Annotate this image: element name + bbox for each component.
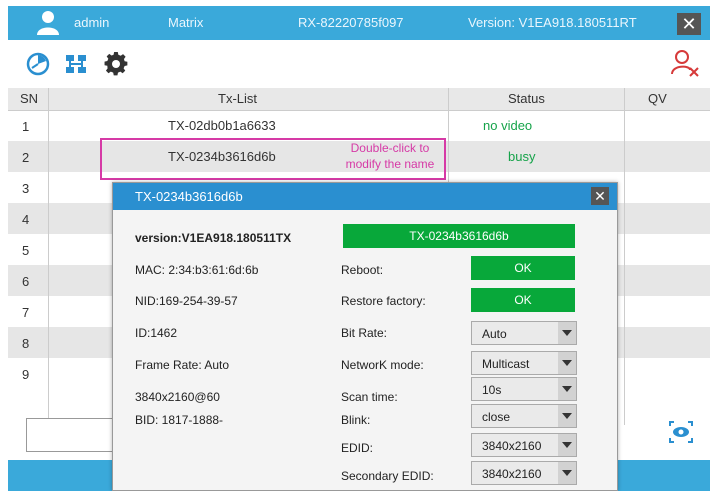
restore-label: Restore factory: bbox=[341, 294, 426, 308]
product-name: Matrix bbox=[168, 15, 204, 30]
scan-value: 10s bbox=[482, 383, 502, 397]
bottom-input[interactable] bbox=[26, 418, 118, 452]
row-sn: 1 bbox=[22, 119, 30, 134]
col-qv: QV bbox=[648, 91, 667, 106]
secondary-edid-value: 3840x2160 bbox=[482, 467, 542, 481]
col-tx-list: Tx-List bbox=[218, 91, 257, 106]
dashboard-icon[interactable] bbox=[26, 52, 50, 76]
reboot-button[interactable]: OK bbox=[471, 256, 575, 280]
tx-settings-dialog: TX-0234b3616d6b ✕ version:V1EA918.180511… bbox=[112, 182, 618, 491]
row-sn: 5 bbox=[22, 243, 30, 258]
col-status: Status bbox=[508, 91, 545, 106]
rx-id: RX-82220785f097 bbox=[298, 15, 404, 30]
chevron-down-icon bbox=[558, 352, 576, 374]
row-sn: 9 bbox=[22, 367, 30, 382]
top-bar: admin Matrix RX-82220785f097 Version: V1… bbox=[8, 6, 710, 40]
chevron-down-icon bbox=[558, 378, 576, 400]
id-label: ID:1462 bbox=[135, 326, 178, 340]
name-field[interactable]: TX-0234b3616d6b bbox=[343, 224, 575, 248]
row-status: busy bbox=[508, 149, 536, 164]
frame-rate-label: Frame Rate: Auto bbox=[135, 358, 230, 372]
chevron-down-icon bbox=[558, 434, 576, 456]
col-sn: SN bbox=[20, 91, 39, 106]
chevron-down-icon bbox=[558, 322, 576, 344]
edid-select[interactable]: 3840x2160 bbox=[471, 433, 577, 457]
row-sn: 3 bbox=[22, 181, 30, 196]
row-sn: 8 bbox=[22, 336, 30, 351]
version-label: version:V1EA918.180511TX bbox=[135, 231, 292, 245]
row-sn: 4 bbox=[22, 212, 30, 227]
network-value: Multicast bbox=[482, 357, 530, 371]
reboot-label: Reboot: bbox=[341, 263, 384, 277]
nid-label: NID:169-254-39-57 bbox=[135, 294, 238, 308]
row-sn: 7 bbox=[22, 305, 30, 320]
edid-label: EDID: bbox=[341, 441, 374, 455]
network-label: NetworK mode: bbox=[341, 358, 424, 372]
dialog-title-bar: TX-0234b3616d6b ✕ bbox=[113, 183, 617, 210]
row-sn: 6 bbox=[22, 274, 30, 289]
dialog-title: TX-0234b3616d6b bbox=[135, 189, 243, 204]
row-status: no video bbox=[483, 118, 533, 133]
row-tx[interactable]: TX-02db0b1a6633 bbox=[168, 118, 276, 133]
bitrate-value: Auto bbox=[482, 327, 507, 341]
mac-label: MAC: 2:34:b3:61:6d:6b bbox=[135, 263, 259, 277]
callout-line: modify the name bbox=[345, 157, 435, 171]
scan-label: Scan time: bbox=[341, 390, 398, 404]
username: admin bbox=[74, 15, 110, 30]
close-button[interactable]: ✕ bbox=[677, 13, 701, 35]
table-header: SN Tx-List Status QV bbox=[8, 88, 710, 111]
blink-label: Blink: bbox=[341, 413, 371, 427]
bitrate-label: Bit Rate: bbox=[341, 326, 388, 340]
chevron-down-icon bbox=[558, 405, 576, 427]
row-sn: 2 bbox=[22, 150, 30, 165]
chevron-down-icon bbox=[558, 462, 576, 484]
version-text: Version: V1EA918.180511RT bbox=[468, 15, 637, 30]
secondary-edid-select[interactable]: 3840x2160 bbox=[471, 461, 577, 485]
blink-select[interactable]: close bbox=[471, 404, 577, 428]
column-divider bbox=[624, 88, 625, 425]
dialog-close-button[interactable]: ✕ bbox=[591, 187, 609, 205]
edid-value: 3840x2160 bbox=[482, 439, 542, 453]
toolbar bbox=[8, 40, 710, 88]
bid-label: BID: 1817-1888- bbox=[135, 413, 224, 427]
annotation-callout: Double-click to modify the name bbox=[330, 140, 450, 172]
restore-button[interactable]: OK bbox=[471, 288, 575, 312]
blink-value: close bbox=[482, 410, 511, 424]
resolution-label: 3840x2160@60 bbox=[135, 390, 220, 404]
gear-icon[interactable] bbox=[104, 52, 128, 76]
logout-user-icon[interactable] bbox=[670, 48, 700, 78]
eye-icon[interactable] bbox=[668, 420, 694, 444]
secondary-edid-label: Secondary EDID: bbox=[341, 469, 434, 483]
scan-select[interactable]: 10s bbox=[471, 377, 577, 401]
bitrate-select[interactable]: Auto bbox=[471, 321, 577, 345]
topology-icon[interactable] bbox=[64, 52, 88, 76]
network-select[interactable]: Multicast bbox=[471, 351, 577, 375]
callout-line: Double-click to bbox=[350, 141, 430, 155]
table-row[interactable]: 1 TX-02db0b1a6633 no video bbox=[8, 110, 710, 141]
column-divider bbox=[48, 88, 49, 425]
user-icon bbox=[37, 11, 59, 35]
